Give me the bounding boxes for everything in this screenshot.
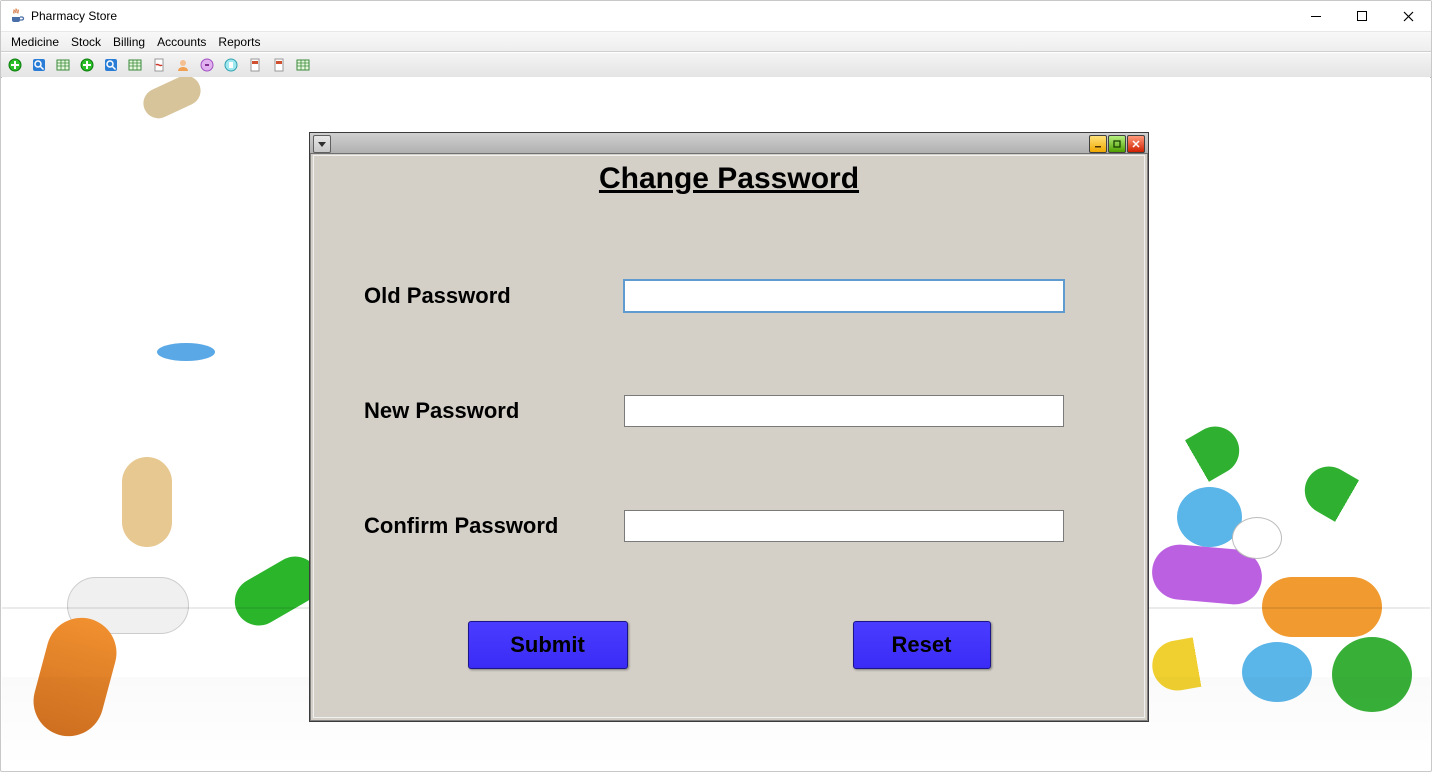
toolbar-table-icon-3[interactable] bbox=[293, 55, 313, 75]
toolbar-search-icon-2[interactable] bbox=[101, 55, 121, 75]
toolbar-purple-icon[interactable] bbox=[197, 55, 217, 75]
menu-bar: Medicine Stock Billing Accounts Reports bbox=[1, 32, 1431, 52]
old-password-row: Old Password bbox=[364, 276, 1094, 316]
java-cup-icon bbox=[9, 8, 25, 24]
confirm-password-label: Confirm Password bbox=[364, 513, 624, 539]
menu-medicine[interactable]: Medicine bbox=[5, 33, 65, 51]
toolbar-report-icon-2[interactable] bbox=[269, 55, 289, 75]
menu-reports[interactable]: Reports bbox=[212, 33, 266, 51]
internal-close-button[interactable] bbox=[1127, 135, 1145, 153]
window-control-buttons bbox=[1293, 1, 1431, 31]
new-password-label: New Password bbox=[364, 398, 624, 424]
title-bar: Pharmacy Store bbox=[1, 1, 1431, 32]
internal-window-controls bbox=[1089, 135, 1145, 153]
internal-maximize-button[interactable] bbox=[1108, 135, 1126, 153]
toolbar-user-icon[interactable] bbox=[173, 55, 193, 75]
toolbar-cyan-icon[interactable] bbox=[221, 55, 241, 75]
old-password-label: Old Password bbox=[364, 283, 624, 309]
toolbar-table-icon[interactable] bbox=[53, 55, 73, 75]
confirm-password-row: Confirm Password bbox=[364, 506, 1094, 546]
maximize-button[interactable] bbox=[1339, 1, 1385, 31]
button-row: Submit Reset bbox=[314, 621, 1144, 669]
toolbar-add-icon[interactable] bbox=[5, 55, 25, 75]
dialog-title: Change Password bbox=[314, 162, 1144, 196]
old-password-input[interactable] bbox=[624, 280, 1064, 312]
app-window: Pharmacy Store Medicine Stock Billing Ac… bbox=[0, 0, 1432, 772]
bg-pill-icon bbox=[157, 343, 215, 361]
toolbar-add-icon-2[interactable] bbox=[77, 55, 97, 75]
submit-button[interactable]: Submit bbox=[468, 621, 628, 669]
toolbar-table-icon-2[interactable] bbox=[125, 55, 145, 75]
menu-accounts[interactable]: Accounts bbox=[151, 33, 212, 51]
confirm-password-input[interactable] bbox=[624, 510, 1064, 542]
change-password-body: Change Password Old Password New Passwor… bbox=[313, 155, 1145, 718]
internal-title-bar[interactable] bbox=[310, 133, 1148, 154]
new-password-input[interactable] bbox=[624, 395, 1064, 427]
bg-pill-icon bbox=[1232, 517, 1282, 559]
menu-billing[interactable]: Billing bbox=[107, 33, 151, 51]
bg-pill-icon bbox=[138, 77, 205, 123]
toolbar-report-icon[interactable] bbox=[245, 55, 265, 75]
mdi-desktop: Change Password Old Password New Passwor… bbox=[2, 77, 1430, 770]
internal-system-menu-icon[interactable] bbox=[313, 135, 331, 153]
menu-stock[interactable]: Stock bbox=[65, 33, 107, 51]
minimize-button[interactable] bbox=[1293, 1, 1339, 31]
reset-button[interactable]: Reset bbox=[853, 621, 991, 669]
bg-pill-icon bbox=[122, 457, 172, 547]
tool-bar bbox=[1, 52, 1431, 78]
bg-pill-icon bbox=[1296, 458, 1398, 545]
internal-minimize-button[interactable] bbox=[1089, 135, 1107, 153]
toolbar-document-icon[interactable] bbox=[149, 55, 169, 75]
new-password-row: New Password bbox=[364, 391, 1094, 431]
change-password-window: Change Password Old Password New Passwor… bbox=[309, 132, 1149, 722]
toolbar-search-icon[interactable] bbox=[29, 55, 49, 75]
window-title: Pharmacy Store bbox=[31, 9, 117, 23]
close-button[interactable] bbox=[1385, 1, 1431, 31]
